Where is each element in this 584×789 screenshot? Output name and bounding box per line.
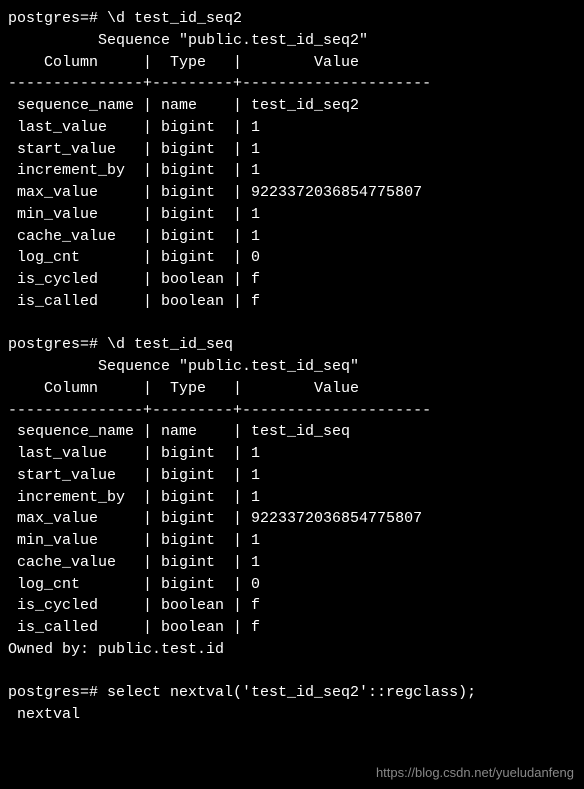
seq-title-1: Sequence "public.test_id_seq2" — [8, 30, 576, 52]
table-row: last_value | bigint | 1 — [8, 117, 576, 139]
table-row: max_value | bigint | 9223372036854775807 — [8, 508, 576, 530]
blank-line — [8, 661, 576, 683]
prompt-line-3[interactable]: postgres=# select nextval('test_id_seq2'… — [8, 682, 576, 704]
table-row: log_cnt | bigint | 0 — [8, 247, 576, 269]
table-row: is_cycled | boolean | f — [8, 595, 576, 617]
table-row: is_called | boolean | f — [8, 291, 576, 313]
table-sep-1: ---------------+---------+--------------… — [8, 73, 576, 95]
table-row: is_cycled | boolean | f — [8, 269, 576, 291]
table-sep-2: ---------------+---------+--------------… — [8, 400, 576, 422]
owned-by-line: Owned by: public.test.id — [8, 639, 576, 661]
table-row: start_value | bigint | 1 — [8, 465, 576, 487]
table-header-1: Column | Type | Value — [8, 52, 576, 74]
table-row: min_value | bigint | 1 — [8, 530, 576, 552]
table-header-2: Column | Type | Value — [8, 378, 576, 400]
table-row: sequence_name | name | test_id_seq — [8, 421, 576, 443]
table-row: last_value | bigint | 1 — [8, 443, 576, 465]
table-row: increment_by | bigint | 1 — [8, 487, 576, 509]
table-row: max_value | bigint | 9223372036854775807 — [8, 182, 576, 204]
seq-title-2: Sequence "public.test_id_seq" — [8, 356, 576, 378]
blank-line — [8, 313, 576, 335]
result-header: nextval — [8, 704, 576, 726]
table-row: start_value | bigint | 1 — [8, 139, 576, 161]
table-row: is_called | boolean | f — [8, 617, 576, 639]
prompt-line-2[interactable]: postgres=# \d test_id_seq — [8, 334, 576, 356]
table-row: cache_value | bigint | 1 — [8, 552, 576, 574]
terminal-output: postgres=# \d test_id_seq2 Sequence "pub… — [8, 8, 576, 726]
table-row: sequence_name | name | test_id_seq2 — [8, 95, 576, 117]
table-row: increment_by | bigint | 1 — [8, 160, 576, 182]
watermark-text: https://blog.csdn.net/yueludanfeng — [376, 764, 574, 783]
table-row: log_cnt | bigint | 0 — [8, 574, 576, 596]
table-row: cache_value | bigint | 1 — [8, 226, 576, 248]
table-row: min_value | bigint | 1 — [8, 204, 576, 226]
prompt-line-1[interactable]: postgres=# \d test_id_seq2 — [8, 8, 576, 30]
